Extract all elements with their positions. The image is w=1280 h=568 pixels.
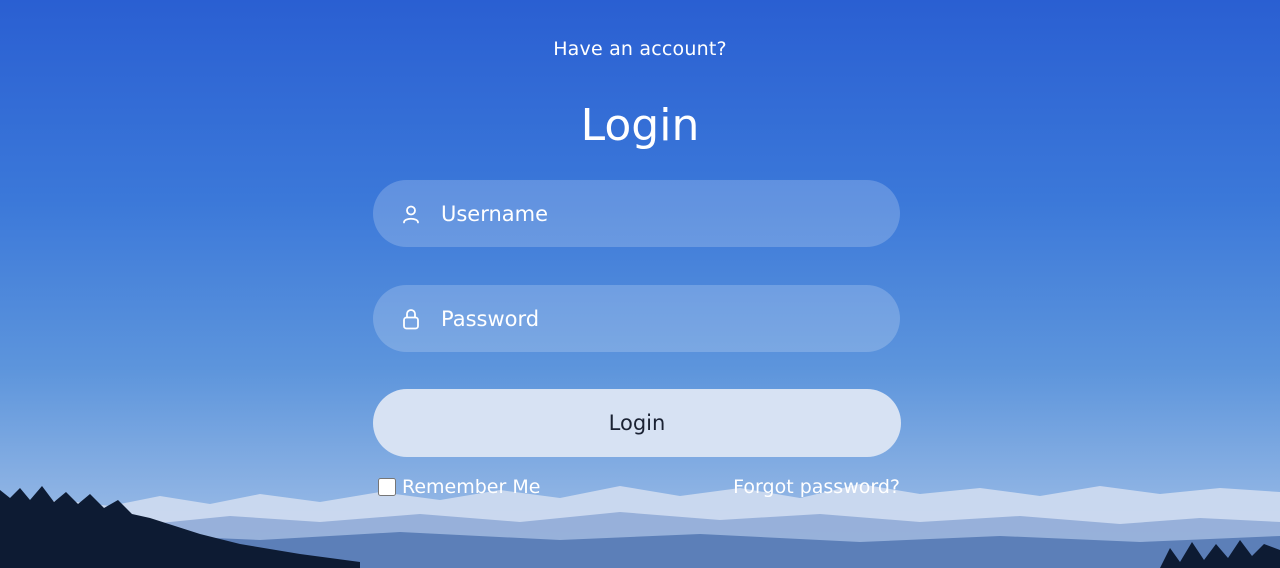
login-options: Remember Me Forgot password? bbox=[378, 474, 900, 500]
login-button[interactable]: Login bbox=[373, 389, 901, 457]
forgot-password-link[interactable]: Forgot password? bbox=[733, 476, 900, 498]
remember-me-label: Remember Me bbox=[402, 476, 541, 498]
login-screen: Have an account? Login Login Remember Me… bbox=[0, 0, 1280, 568]
remember-me-option[interactable]: Remember Me bbox=[378, 476, 540, 498]
page-title: Login bbox=[580, 100, 700, 151]
username-field[interactable] bbox=[373, 180, 900, 247]
user-icon bbox=[400, 203, 422, 225]
lock-icon bbox=[400, 308, 422, 330]
username-input[interactable] bbox=[441, 193, 861, 234]
remember-me-checkbox[interactable] bbox=[378, 478, 396, 496]
have-account-prompt: Have an account? bbox=[553, 38, 727, 60]
password-input[interactable] bbox=[441, 298, 861, 339]
password-field[interactable] bbox=[373, 285, 900, 352]
